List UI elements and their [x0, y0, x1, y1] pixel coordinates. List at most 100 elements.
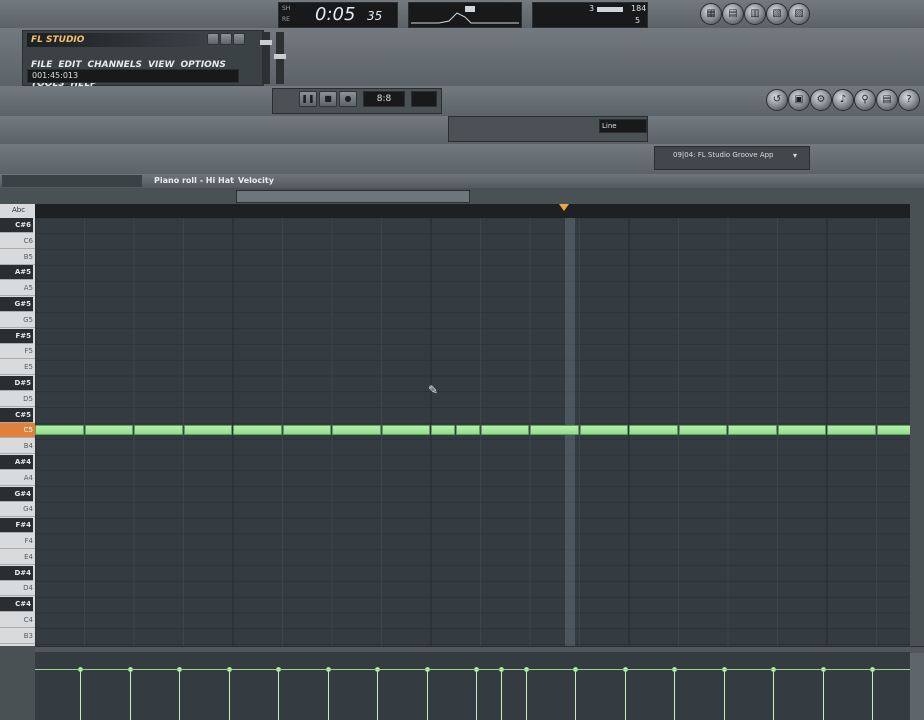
note[interactable]: [134, 425, 183, 436]
note[interactable]: [332, 425, 381, 436]
playhead-marker[interactable]: [559, 204, 569, 211]
note[interactable]: [480, 425, 529, 436]
key-g-sharp4[interactable]: G#4: [0, 486, 33, 502]
save-icon[interactable]: ▣: [788, 89, 810, 111]
key-c-sharp6[interactable]: C#6: [0, 218, 33, 233]
pause-button[interactable]: ❚❚: [299, 91, 317, 107]
velocity-bar[interactable]: [822, 669, 824, 720]
key-e4[interactable]: E4: [0, 550, 35, 565]
key-d-sharp4[interactable]: D#4: [0, 565, 33, 581]
note[interactable]: [876, 425, 910, 436]
velocity-bar[interactable]: [525, 669, 527, 720]
browser-dropdown[interactable]: 09|04: FL Studio Groove App ▾: [654, 146, 810, 170]
note[interactable]: [827, 425, 876, 436]
note[interactable]: [678, 425, 727, 436]
velocity-bar[interactable]: [327, 669, 329, 720]
help-icon[interactable]: ?: [898, 89, 920, 111]
velocity-bar[interactable]: [426, 669, 428, 720]
stop-button[interactable]: ■: [319, 91, 337, 107]
velocity-bar[interactable]: [129, 669, 131, 720]
note[interactable]: [233, 425, 282, 436]
note[interactable]: [777, 425, 826, 436]
time-ruler[interactable]: [35, 204, 910, 218]
key-d5[interactable]: D5: [0, 392, 35, 407]
key-d4[interactable]: D4: [0, 581, 35, 597]
key-c-sharp5[interactable]: C#5: [0, 407, 33, 423]
snap-select[interactable]: Line: [599, 119, 647, 133]
velocity-bar[interactable]: [872, 669, 873, 720]
master-volume-slider[interactable]: [260, 32, 272, 84]
key-b3[interactable]: B3: [0, 629, 35, 644]
note[interactable]: [282, 425, 331, 436]
key-a4[interactable]: A4: [0, 471, 35, 486]
key-b4[interactable]: B4: [0, 439, 35, 455]
velocity-bar[interactable]: [624, 669, 626, 720]
key-g5[interactable]: G5: [0, 313, 35, 328]
velocity-lane[interactable]: [35, 652, 910, 720]
velocity-bar[interactable]: [773, 669, 774, 720]
key-e5[interactable]: E5: [0, 360, 35, 376]
key-c4[interactable]: C4: [0, 613, 35, 628]
key-c6[interactable]: C6: [0, 234, 35, 249]
velocity-bar[interactable]: [500, 669, 502, 720]
undo-icon[interactable]: ↺: [766, 89, 788, 111]
velocity-bar[interactable]: [179, 669, 180, 720]
velocity-bar[interactable]: [278, 669, 279, 720]
mixer-icon[interactable]: ▨: [788, 3, 810, 25]
key-f-sharp5[interactable]: F#5: [0, 328, 33, 344]
key-f5[interactable]: F5: [0, 344, 35, 360]
note[interactable]: [84, 425, 133, 436]
main-menu: FILE EDIT CHANNELS VIEW OPTIONSTOOLS HELP: [31, 52, 261, 89]
velocity-bar[interactable]: [674, 669, 675, 720]
note[interactable]: [381, 425, 430, 436]
velocity-bar[interactable]: [80, 669, 81, 720]
vertical-scrollbar[interactable]: [910, 188, 924, 646]
note-grid[interactable]: [35, 218, 910, 646]
velocity-bar[interactable]: [228, 669, 230, 720]
metronome-icon[interactable]: ♪: [832, 89, 854, 111]
note[interactable]: [530, 425, 579, 436]
note[interactable]: [431, 425, 455, 436]
restore-button[interactable]: [220, 33, 232, 45]
step-sequencer-icon[interactable]: ▤: [722, 3, 744, 25]
key-f4[interactable]: F4: [0, 534, 35, 549]
master-pitch-slider[interactable]: [274, 32, 286, 84]
note[interactable]: [579, 425, 628, 436]
note[interactable]: [629, 425, 678, 436]
note[interactable]: [35, 425, 84, 436]
search-icon[interactable]: ⚲: [854, 89, 876, 111]
piano-roll-title[interactable]: Piano roll - Hi Hat: [154, 176, 234, 185]
browser-icon[interactable]: ▧: [766, 3, 788, 25]
velocity-bar[interactable]: [377, 669, 378, 720]
note[interactable]: [455, 425, 480, 436]
scroll-thumb[interactable]: [236, 190, 470, 203]
note[interactable]: [183, 425, 232, 436]
note[interactable]: [728, 425, 777, 436]
minimize-button[interactable]: [207, 33, 219, 45]
velocity-bar[interactable]: [476, 669, 477, 720]
tempo-display[interactable]: 8:8: [363, 91, 405, 107]
close-button[interactable]: [233, 33, 245, 45]
playlist-icon[interactable]: ▦: [700, 3, 722, 25]
velocity-target[interactable]: Velocity: [238, 176, 274, 185]
key-g-sharp5[interactable]: G#5: [0, 297, 33, 312]
key-c-sharp4[interactable]: C#4: [0, 597, 33, 613]
key-b5[interactable]: B5: [0, 250, 35, 265]
key-a-sharp4[interactable]: A#4: [0, 455, 33, 470]
transport-panel: ❚❚ ■ ● 8:8: [272, 88, 442, 114]
key-c5[interactable]: C5: [0, 423, 35, 439]
render-icon[interactable]: ⚙: [810, 89, 832, 111]
pattern-display[interactable]: [411, 91, 437, 107]
key-f-sharp4[interactable]: F#4: [0, 518, 33, 534]
key-g4[interactable]: G4: [0, 502, 35, 518]
record-button[interactable]: ●: [339, 91, 357, 107]
piano-roll-icon[interactable]: ▥: [744, 3, 766, 25]
key-a-sharp5[interactable]: A#5: [0, 265, 33, 281]
velocity-bar[interactable]: [575, 669, 576, 720]
velocity-bar[interactable]: [723, 669, 725, 720]
piano-keyboard[interactable]: Abc C#6 C6 B5 A#5 A5 G#5 G5 F#5 F5 E5 D#5 D5 C#5 C5 B4…: [0, 204, 35, 646]
clipboard-icon[interactable]: ▤: [876, 89, 898, 111]
key-d-sharp5[interactable]: D#5: [0, 376, 33, 391]
horizontal-scrollbar[interactable]: [0, 188, 924, 205]
key-a5[interactable]: A5: [0, 281, 35, 297]
